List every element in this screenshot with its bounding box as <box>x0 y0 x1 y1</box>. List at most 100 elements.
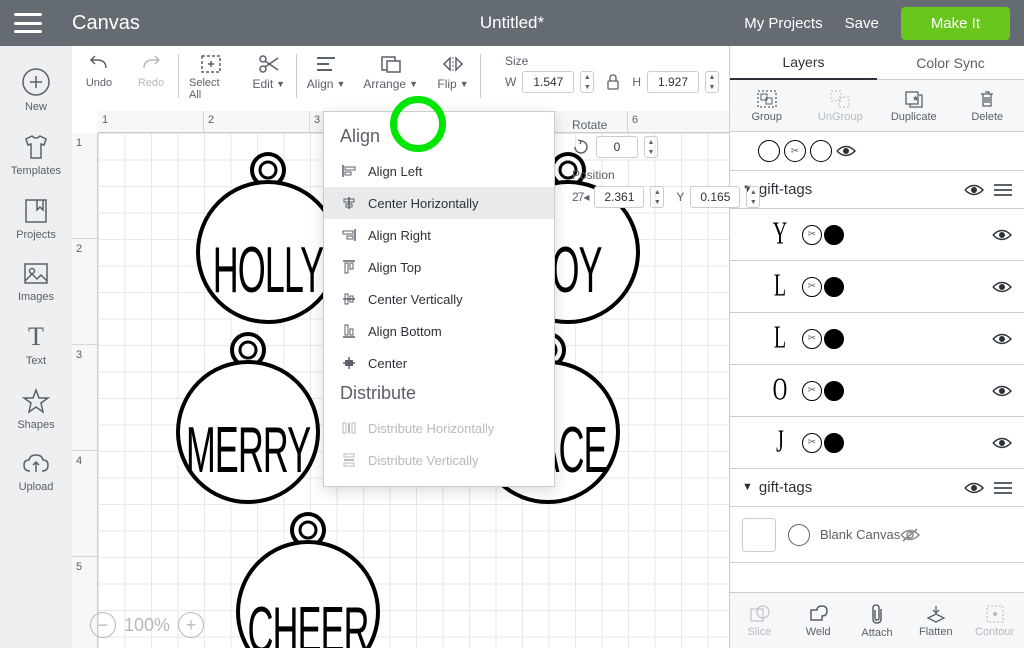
align-button[interactable]: Align▼ <box>307 54 346 91</box>
contour-button[interactable]: Contour <box>965 593 1024 648</box>
duplicate-icon: ★ <box>903 89 925 109</box>
layer-row[interactable]: ✂ <box>730 132 1024 171</box>
layer-row[interactable]: O✂ <box>730 365 1024 417</box>
eye-icon[interactable] <box>992 436 1012 450</box>
distribute-horizontally-item: Distribute Horizontally <box>324 412 554 444</box>
nav-shapes[interactable]: Shapes <box>0 380 72 438</box>
center-vertically-item[interactable]: Center Vertically <box>324 283 554 315</box>
rotate-input[interactable] <box>596 136 638 158</box>
arrange-button[interactable]: Arrange▼ <box>363 54 418 91</box>
eye-icon[interactable] <box>964 481 984 495</box>
bookmark-page-icon <box>22 197 50 225</box>
delete-button[interactable]: Delete <box>951 80 1024 131</box>
align-top-item[interactable]: Align Top <box>324 251 554 283</box>
tab-color-sync[interactable]: Color Sync <box>877 46 1024 80</box>
cloud-upload-icon <box>21 451 51 477</box>
size-panel: Size W ▲▼ H ▲▼ <box>505 54 719 93</box>
rotate-label: Rotate <box>572 118 760 132</box>
width-stepper[interactable]: ▲▼ <box>580 71 594 93</box>
ungroup-button[interactable]: UnGroup <box>804 80 878 131</box>
eye-icon[interactable] <box>836 144 856 158</box>
image-icon <box>22 261 50 287</box>
width-input[interactable] <box>522 71 574 93</box>
height-input[interactable] <box>647 71 699 93</box>
x-input[interactable] <box>594 186 644 208</box>
tab-layers[interactable]: Layers <box>730 46 877 80</box>
arrange-icon <box>379 54 403 74</box>
nav-images[interactable]: Images <box>0 254 72 310</box>
stack-icon[interactable] <box>994 184 1012 196</box>
flip-icon <box>441 54 465 74</box>
duplicate-button[interactable]: ★Duplicate <box>877 80 951 131</box>
eye-icon[interactable] <box>992 228 1012 242</box>
zoom-value: 100% <box>124 615 170 636</box>
ungroup-icon <box>829 89 851 109</box>
paperclip-icon <box>868 603 886 625</box>
align-right-item[interactable]: Align Right <box>324 219 554 251</box>
svg-text:★: ★ <box>912 94 919 103</box>
dropdown-heading-align: Align <box>324 122 554 155</box>
height-stepper[interactable]: ▲▼ <box>705 71 719 93</box>
eye-hidden-icon[interactable] <box>900 527 920 543</box>
center-item[interactable]: Center <box>324 347 554 379</box>
undo-icon <box>86 54 112 74</box>
undo-button[interactable]: Undo <box>82 54 116 89</box>
ruler-vertical: 123 45 <box>72 133 98 648</box>
flip-button[interactable]: Flip▼ <box>436 54 470 91</box>
attach-button[interactable]: Attach <box>848 593 907 648</box>
left-nav: New Templates Projects Images T Text Sha… <box>0 46 72 648</box>
select-all-button[interactable]: Select All <box>189 54 234 101</box>
layer-group-header[interactable]: ▼gift-tags <box>730 171 1024 209</box>
dropdown-heading-distribute: Distribute <box>324 379 554 412</box>
align-left-item[interactable]: Align Left <box>324 155 554 187</box>
trash-icon <box>977 89 997 109</box>
flatten-button[interactable]: Flatten <box>906 593 965 648</box>
layer-row[interactable]: Y✂ <box>730 209 1024 261</box>
y-stepper[interactable]: ▲▼ <box>746 186 760 208</box>
contour-icon <box>985 604 1005 624</box>
layer-row[interactable]: J✂ <box>730 417 1024 469</box>
slice-button[interactable]: Slice <box>730 593 789 648</box>
document-title[interactable]: Untitled* <box>480 13 544 33</box>
weld-icon <box>807 604 829 624</box>
svg-text:T: T <box>28 323 44 351</box>
group-icon <box>756 89 778 109</box>
eye-icon[interactable] <box>964 183 984 197</box>
eye-icon[interactable] <box>992 332 1012 346</box>
center-horizontally-item[interactable]: Center Horizontally <box>324 187 554 219</box>
layer-row[interactable]: L✂ <box>730 261 1024 313</box>
nav-projects[interactable]: Projects <box>0 190 72 248</box>
weld-button[interactable]: Weld <box>789 593 848 648</box>
layer-row[interactable]: L✂ <box>730 313 1024 365</box>
zoom-out-button[interactable]: − <box>90 612 116 638</box>
x-stepper[interactable]: ▲▼ <box>650 186 664 208</box>
redo-button[interactable]: Redo <box>134 54 168 89</box>
zoom-in-button[interactable]: + <box>178 612 204 638</box>
nav-templates[interactable]: Templates <box>0 126 72 184</box>
eye-icon[interactable] <box>992 384 1012 398</box>
align-icon <box>315 54 337 74</box>
menu-icon[interactable] <box>14 13 42 33</box>
nav-text[interactable]: T Text <box>0 316 72 374</box>
stack-icon[interactable] <box>994 482 1012 494</box>
y-input[interactable] <box>690 186 740 208</box>
save-link[interactable]: Save <box>845 15 879 32</box>
app-name: Canvas <box>72 12 140 35</box>
layer-group-header[interactable]: ▼gift-tags <box>730 469 1024 507</box>
scissors-icon <box>258 54 280 74</box>
nav-new[interactable]: New <box>0 60 72 120</box>
nav-upload[interactable]: Upload <box>0 444 72 500</box>
size-label: Size <box>505 54 719 68</box>
rotate-stepper[interactable]: ▲▼ <box>644 136 658 158</box>
layer-row[interactable]: Blank Canvas <box>730 507 1024 563</box>
make-it-button[interactable]: Make It <box>901 7 1010 40</box>
lock-icon[interactable] <box>606 74 620 90</box>
align-bottom-item[interactable]: Align Bottom <box>324 315 554 347</box>
plus-circle-icon <box>21 67 51 97</box>
edit-button[interactable]: Edit▼ <box>252 54 286 101</box>
redo-icon <box>138 54 164 74</box>
toolbar: Undo Redo Select All Edit▼ Align▼ <box>72 46 729 111</box>
eye-icon[interactable] <box>992 280 1012 294</box>
my-projects-link[interactable]: My Projects <box>744 15 822 32</box>
gift-tag[interactable]: CHEER <box>233 508 383 648</box>
